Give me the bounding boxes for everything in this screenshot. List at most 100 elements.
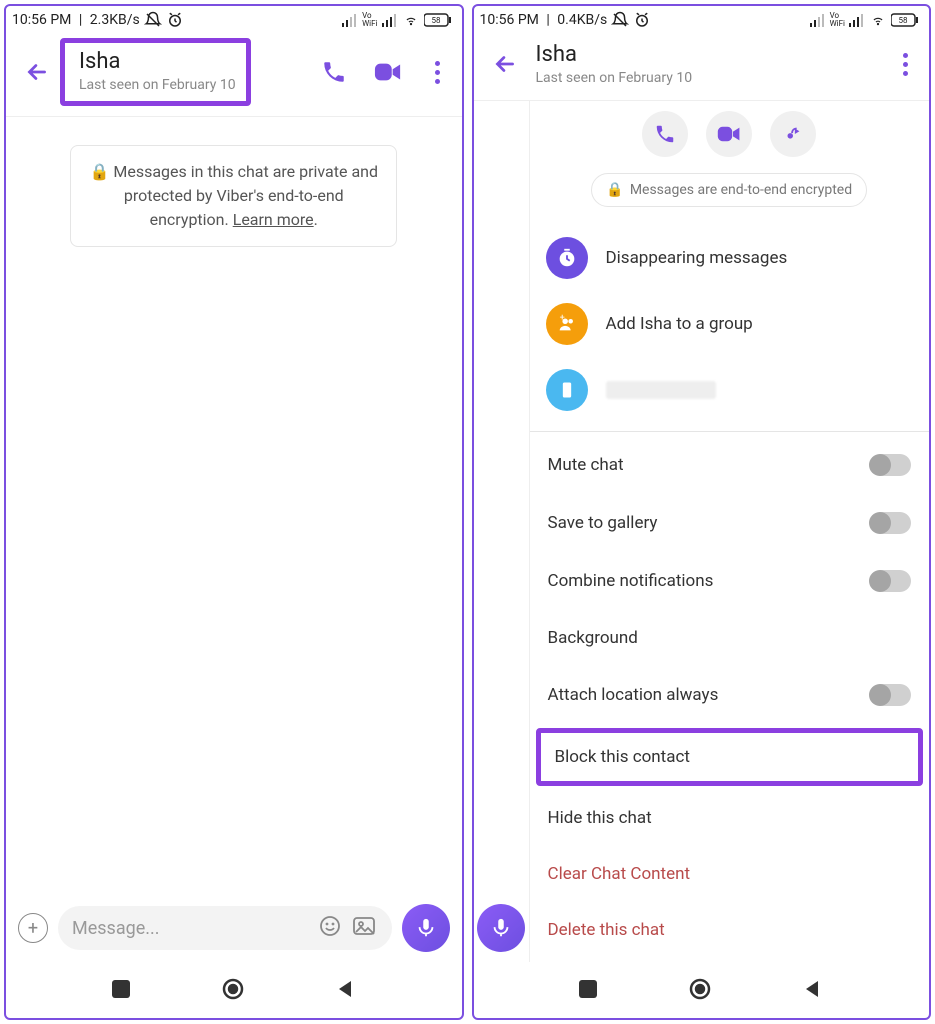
status-sep: | (75, 12, 85, 28)
hide-row[interactable]: Hide this chat (530, 790, 930, 846)
svg-text:+: + (559, 313, 564, 323)
clear-label: Clear Chat Content (548, 864, 691, 884)
status-net: 2.3KB/s (90, 12, 140, 28)
combine-row[interactable]: Combine notifications (530, 552, 930, 610)
nav-bar (6, 962, 462, 1018)
voice-call-button[interactable] (320, 58, 348, 86)
mic-button[interactable] (402, 904, 450, 952)
signal-icon (342, 13, 358, 27)
panel-side-strip (474, 101, 530, 962)
delete-row[interactable]: Delete this chat (530, 902, 930, 958)
more-menu-button[interactable] (428, 61, 448, 84)
location-label: Attach location always (548, 685, 719, 705)
svg-text:58: 58 (431, 16, 440, 25)
lock-icon: 🔒 (89, 162, 109, 181)
message-input[interactable]: Message... (58, 906, 392, 950)
status-time: 10:56 PM (12, 12, 71, 28)
status-sep: | (543, 12, 553, 28)
status-bar: 10:56 PM | 2.3KB/s VoWiFi 58 (6, 6, 462, 32)
app-bar: Isha Last seen on February 10 (474, 32, 930, 101)
e2e-line2: protected by Viber's end-to-end (124, 186, 344, 205)
hide-label: Hide this chat (548, 808, 652, 828)
nav-bar (474, 962, 930, 1018)
contact-lastseen: Last seen on February 10 (79, 77, 236, 93)
contact-header[interactable]: Isha Last seen on February 10 (75, 49, 236, 93)
dnd-icon (144, 11, 162, 29)
wifi-icon (402, 13, 420, 27)
vowifi-icon: VoWiFi (362, 12, 377, 28)
mic-button[interactable] (477, 904, 525, 952)
nav-home[interactable] (688, 977, 712, 1001)
encryption-pill[interactable]: 🔒 Messages are end-to-end encrypted (591, 173, 867, 207)
share-action[interactable] (770, 111, 816, 157)
phone-icon (546, 369, 588, 411)
location-toggle[interactable] (871, 684, 911, 706)
contact-name: Isha (536, 42, 882, 67)
chat-body: 🔒 Messages in this chat are private and … (6, 117, 462, 894)
learn-more-link[interactable]: Learn more (233, 210, 314, 229)
lock-icon: 🔒 (606, 182, 623, 198)
delete-label: Delete this chat (548, 920, 665, 940)
encryption-text: Messages are end-to-end encrypted (630, 182, 852, 198)
nav-home[interactable] (221, 977, 245, 1001)
mute-row[interactable]: Mute chat (530, 436, 930, 494)
message-placeholder: Message... (72, 918, 308, 939)
call-action[interactable] (642, 111, 688, 157)
svg-text:58: 58 (899, 16, 908, 25)
clear-row[interactable]: Clear Chat Content (530, 846, 930, 902)
back-button[interactable] (492, 51, 518, 77)
contact-header[interactable]: Isha Last seen on February 10 (532, 42, 882, 86)
alarm-icon (166, 11, 184, 29)
status-net: 0.4KB/s (557, 12, 607, 28)
block-highlight: Block this contact (536, 728, 924, 786)
action-row (530, 101, 930, 173)
block-row[interactable]: Block this contact (541, 733, 919, 781)
nav-recents[interactable] (112, 980, 130, 998)
timer-icon (546, 237, 588, 279)
wifi-icon (869, 13, 887, 27)
e2e-line3: encryption. (150, 210, 229, 229)
screen-info: 10:56 PM | 0.4KB/s VoWiFi 58 (472, 4, 932, 1020)
mute-toggle[interactable] (871, 454, 911, 476)
status-bar: 10:56 PM | 0.4KB/s VoWiFi 58 (474, 6, 930, 32)
location-row[interactable]: Attach location always (530, 666, 930, 724)
combine-toggle[interactable] (871, 570, 911, 592)
emoji-icon[interactable] (318, 914, 342, 943)
phone-row[interactable] (530, 357, 930, 423)
video-action[interactable] (706, 111, 752, 157)
nav-recents[interactable] (579, 980, 597, 998)
background-row[interactable]: Background (530, 610, 930, 666)
disappearing-row[interactable]: Disappearing messages (530, 225, 930, 291)
save-row[interactable]: Save to gallery (530, 494, 930, 552)
screen-chat: 10:56 PM | 2.3KB/s VoWiFi 58 (4, 4, 464, 1020)
battery-icon: 58 (891, 13, 919, 27)
combine-label: Combine notifications (548, 571, 714, 591)
dnd-icon (611, 11, 629, 29)
signal2-icon (849, 13, 865, 27)
nav-back[interactable] (803, 979, 823, 999)
nav-back[interactable] (336, 979, 356, 999)
vowifi-icon: VoWiFi (830, 12, 845, 28)
block-label: Block this contact (555, 747, 690, 767)
video-call-button[interactable] (374, 58, 402, 86)
disappearing-label: Disappearing messages (606, 248, 788, 268)
add-group-row[interactable]: + Add Isha to a group (530, 291, 930, 357)
save-label: Save to gallery (548, 513, 658, 533)
add-group-label: Add Isha to a group (606, 314, 753, 334)
mute-label: Mute chat (548, 455, 624, 475)
e2e-line1: Messages in this chat are private and (113, 162, 378, 181)
group-icon: + (546, 303, 588, 345)
status-time: 10:56 PM (480, 12, 539, 28)
app-bar: Isha Last seen on February 10 (6, 32, 462, 117)
contact-lastseen: Last seen on February 10 (536, 70, 882, 86)
signal2-icon (382, 13, 398, 27)
more-menu-button[interactable] (895, 53, 915, 76)
signal-icon (810, 13, 826, 27)
battery-icon: 58 (424, 13, 452, 27)
phone-number-redacted (606, 381, 716, 399)
attach-button[interactable]: + (18, 913, 48, 943)
back-button[interactable] (24, 59, 50, 85)
divider (530, 431, 930, 432)
gallery-icon[interactable] (352, 914, 378, 943)
save-toggle[interactable] (871, 512, 911, 534)
